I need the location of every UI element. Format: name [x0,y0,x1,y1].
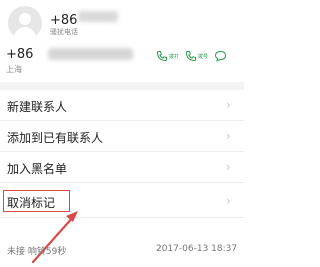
call-time: 2017-06-13 18:37 [156,244,238,254]
annotation-arrow [31,211,78,264]
call-status: 未接 响铃59秒 [7,247,67,257]
